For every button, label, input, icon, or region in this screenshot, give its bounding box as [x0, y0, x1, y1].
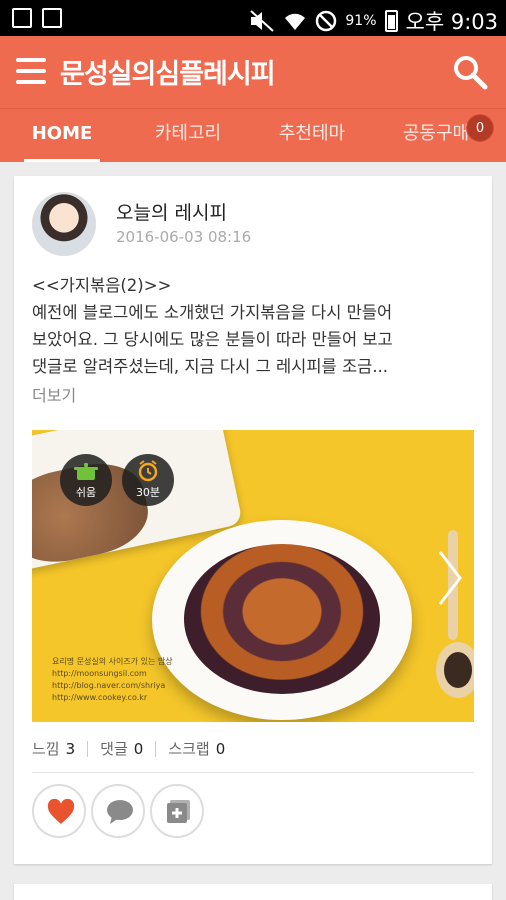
next-photo-arrow-icon[interactable]	[434, 548, 464, 608]
battery-icon	[384, 10, 398, 32]
likes-label: 느낌	[32, 740, 60, 758]
comment-button[interactable]	[91, 784, 145, 838]
heart-icon	[47, 799, 75, 824]
pot-icon	[74, 463, 98, 480]
add-scrap-icon	[167, 800, 190, 823]
likes-count: 3	[65, 739, 76, 758]
search-icon[interactable]	[452, 54, 488, 90]
photo-caption: 요리명 문성실의 사이즈가 있는 밥상 http://moonsungsil.c…	[52, 657, 173, 702]
comments-label: 댓글	[100, 740, 128, 758]
next-post-card[interactable]	[14, 884, 492, 900]
wifi-icon	[285, 13, 306, 30]
like-button[interactable]	[32, 784, 86, 838]
notification-badge: 0	[466, 114, 494, 142]
alarm-clock-icon	[138, 460, 158, 482]
post-stats: 느낌 3 댓글 0 스크랩 0	[32, 738, 225, 759]
gallery-notification-icon	[12, 8, 32, 28]
tab-home[interactable]: HOME	[24, 109, 100, 162]
document-notification-icon	[42, 8, 62, 28]
tab-bar: HOME 카테고리 추천테마 공동구매 0	[0, 108, 506, 162]
post-title[interactable]: 오늘의 레시피	[116, 198, 227, 225]
post-body[interactable]: <<가지볶음(2)>> 예전에 블로그에도 소개했던 가지볶음을 다시 만들어 …	[32, 272, 480, 380]
scraps-count: 0	[215, 739, 226, 758]
avatar[interactable]	[32, 192, 96, 256]
scrap-button[interactable]	[150, 784, 204, 838]
status-bar: 91% 오후 9:03	[0, 0, 506, 36]
divider	[32, 772, 474, 773]
app-title: 문성실의심플레시피	[60, 59, 276, 90]
difficulty-badge: 쉬움	[60, 454, 112, 506]
post-date: 2016-06-03 08:16	[116, 228, 252, 246]
read-more-link[interactable]: 더보기	[32, 382, 76, 406]
menu-icon[interactable]	[16, 58, 46, 84]
app-bar: 문성실의심플레시피	[0, 36, 506, 108]
do-not-disturb-icon	[316, 10, 337, 32]
main-plate	[152, 520, 412, 720]
mute-icon	[250, 10, 275, 32]
post-card[interactable]: 오늘의 레시피 2016-06-03 08:16 <<가지볶음(2)>> 예전에…	[14, 176, 492, 864]
clock: 오후 9:03	[405, 10, 498, 34]
tab-theme[interactable]: 추천테마	[264, 109, 360, 162]
cook-time-badge: 30분	[122, 454, 174, 506]
scraps-label: 스크랩	[168, 740, 210, 758]
battery-percent: 91%	[345, 13, 377, 29]
recipe-photo[interactable]: 쉬움 30분 요리명 문성실의 사이즈가 있는 밥상 http://moonsu…	[32, 430, 474, 722]
speech-bubble-icon	[107, 800, 133, 824]
tab-category[interactable]: 카테고리	[140, 109, 236, 162]
comments-count: 0	[133, 739, 144, 758]
